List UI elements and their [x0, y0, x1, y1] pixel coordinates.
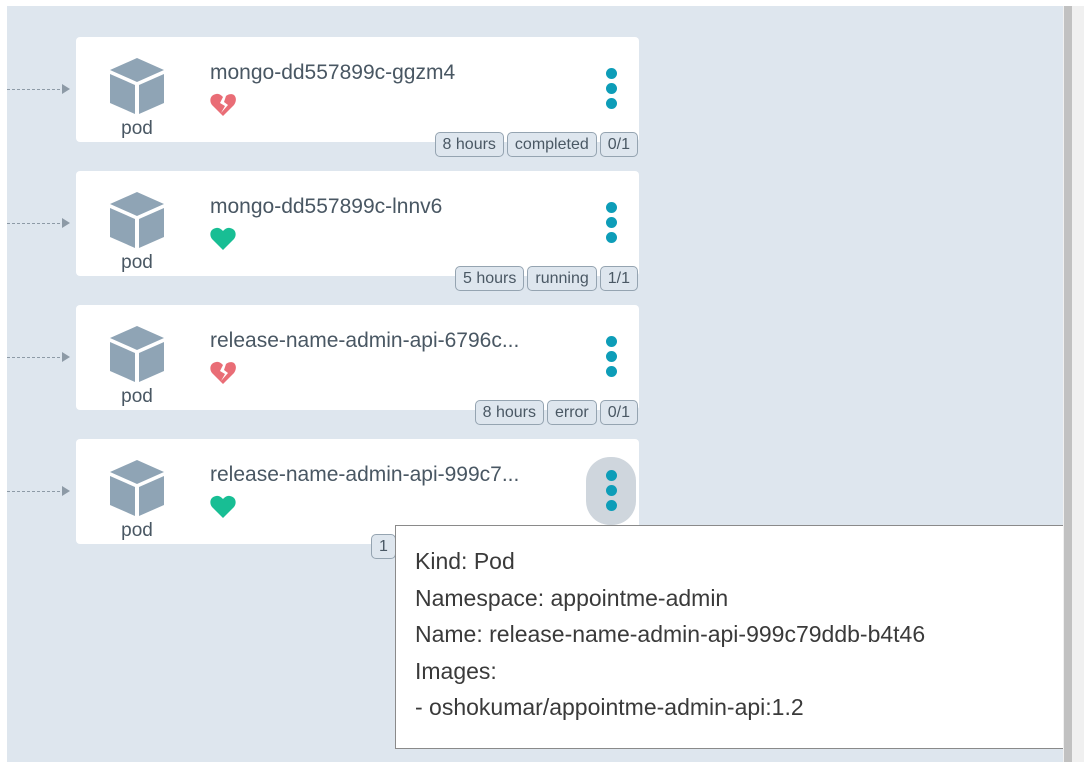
menu-dot	[606, 202, 617, 213]
cube-icon	[110, 460, 164, 516]
vertical-scrollbar[interactable]	[1063, 6, 1084, 762]
cube-icon	[110, 58, 164, 114]
tooltip-kind: Kind: Pod	[415, 548, 515, 574]
node-tags: 8 hours error 0/1	[474, 400, 638, 425]
edge-arrow	[62, 84, 70, 94]
cube-icon	[110, 326, 164, 382]
node-tags: 5 hours running 1/1	[455, 266, 638, 291]
pod-kind-label: pod	[121, 252, 153, 273]
menu-dot	[606, 83, 617, 94]
tooltip-images-label: Images:	[415, 657, 497, 684]
status-tag: error	[546, 400, 597, 425]
pod-name: release-name-admin-api-999c7...	[210, 463, 520, 486]
ready-tag: 0/1	[599, 132, 638, 157]
pod-details-tooltip: Kind: Pod Namespace: appointme-admin Nam…	[395, 525, 1084, 749]
status-tag: completed	[506, 132, 597, 157]
menu-dot	[606, 232, 617, 243]
edge-arrow	[62, 352, 70, 362]
pod-kind-label: pod	[121, 386, 153, 407]
broken-heart-icon	[210, 361, 236, 384]
menu-dot	[606, 485, 617, 496]
edge-connector	[7, 89, 65, 90]
age-tag: 1	[371, 534, 396, 559]
cube-icon	[110, 192, 164, 248]
ready-tag: 0/1	[599, 400, 638, 425]
tooltip-namespace: Namespace: appointme-admin	[415, 584, 729, 611]
menu-dot	[606, 351, 617, 362]
age-tag: 8 hours	[474, 400, 544, 425]
pod-node[interactable]: pod release-name-admin-api-6796c... 8 ho…	[76, 305, 639, 425]
status-tag: running	[527, 266, 597, 291]
scrollbar-thumb[interactable]	[1064, 6, 1072, 762]
edge-connector	[7, 357, 65, 358]
node-actions-menu-button[interactable]	[586, 189, 636, 257]
menu-dot	[606, 470, 617, 481]
tooltip-image: - oshokumar/appointme-admin-api:1.2	[415, 694, 804, 720]
menu-dot	[606, 336, 617, 347]
node-actions-menu-button[interactable]	[586, 457, 636, 525]
edge-connector	[7, 223, 65, 224]
edge-connector	[7, 491, 65, 492]
broken-heart-icon	[210, 93, 236, 116]
ready-tag: 1/1	[599, 266, 638, 291]
edge-arrow	[62, 486, 70, 496]
menu-dot	[606, 98, 617, 109]
pod-kind-label: pod	[121, 118, 153, 139]
pod-node[interactable]: pod mongo-dd557899c-ggzm4 8 hours comple…	[76, 37, 639, 157]
pod-node[interactable]: pod mongo-dd557899c-lnnv6 5 hours runnin…	[76, 171, 639, 291]
pod-kind-label: pod	[121, 520, 153, 541]
menu-dot	[606, 366, 617, 377]
edge-arrow	[62, 218, 70, 228]
heart-icon	[210, 495, 236, 518]
pod-name: mongo-dd557899c-ggzm4	[210, 61, 456, 84]
tooltip-name: Name: release-name-admin-api-999c79ddb-b…	[415, 621, 926, 647]
heart-icon	[210, 227, 236, 250]
node-tags: 1	[371, 534, 396, 559]
node-actions-menu-button[interactable]	[586, 55, 636, 123]
node-tags: 8 hours completed 0/1	[434, 132, 638, 157]
age-tag: 8 hours	[434, 132, 504, 157]
pod-name: mongo-dd557899c-lnnv6	[210, 195, 443, 218]
pod-name: release-name-admin-api-6796c...	[210, 329, 520, 352]
age-tag: 5 hours	[455, 266, 525, 291]
node-actions-menu-button[interactable]	[586, 323, 636, 391]
menu-dot	[606, 217, 617, 228]
menu-dot	[606, 500, 617, 511]
menu-dot	[606, 68, 617, 79]
